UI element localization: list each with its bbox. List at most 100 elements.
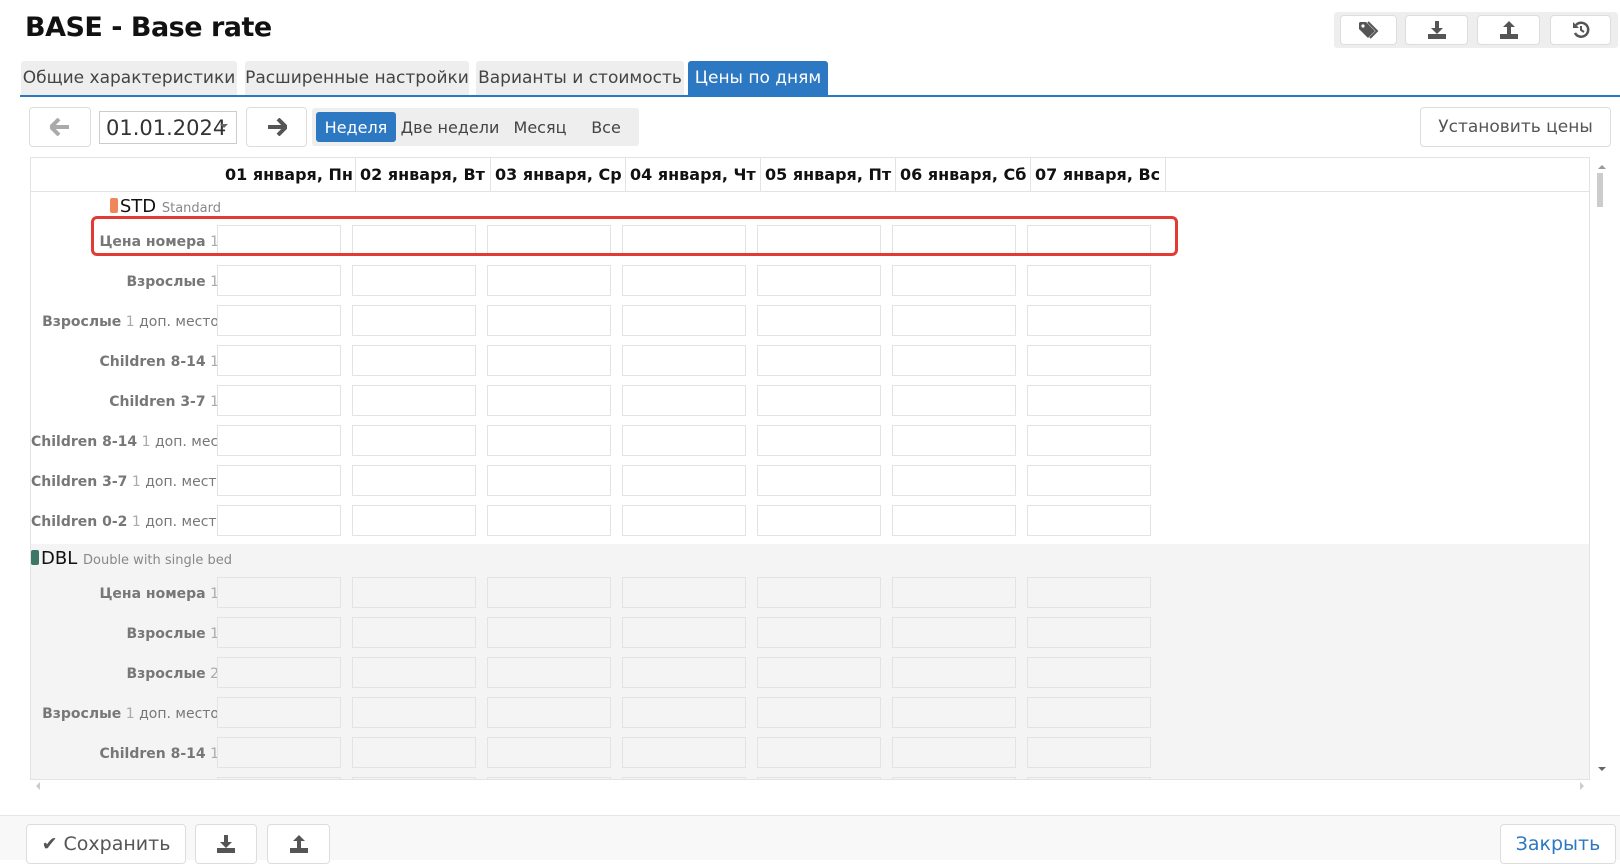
price-input[interactable] — [217, 345, 341, 376]
price-input[interactable] — [757, 305, 881, 336]
price-input[interactable] — [487, 697, 611, 728]
price-input[interactable] — [1027, 505, 1151, 536]
price-input[interactable] — [757, 265, 881, 296]
price-input[interactable] — [1027, 697, 1151, 728]
price-input[interactable] — [217, 305, 341, 336]
price-input[interactable] — [622, 265, 746, 296]
upload-button[interactable] — [1477, 15, 1540, 45]
price-input[interactable] — [487, 425, 611, 456]
price-input[interactable] — [892, 345, 1016, 376]
price-input[interactable] — [1027, 617, 1151, 648]
price-input[interactable] — [757, 425, 881, 456]
footer-download-button[interactable] — [195, 824, 257, 864]
price-input[interactable] — [352, 265, 476, 296]
tab-general[interactable]: Общие характеристики — [21, 61, 237, 95]
tab-advanced[interactable]: Расширенные настройки — [245, 61, 469, 95]
price-input[interactable] — [217, 225, 341, 256]
price-input[interactable] — [757, 657, 881, 688]
price-input[interactable] — [622, 505, 746, 536]
price-input[interactable] — [757, 697, 881, 728]
period-all[interactable]: Все — [580, 112, 632, 142]
price-input[interactable] — [487, 305, 611, 336]
price-input[interactable] — [352, 425, 476, 456]
horizontal-scrollbar[interactable] — [30, 780, 1590, 792]
price-input[interactable] — [892, 225, 1016, 256]
tags-button[interactable] — [1340, 15, 1397, 45]
price-input[interactable] — [217, 697, 341, 728]
price-input[interactable] — [1027, 385, 1151, 416]
price-input[interactable] — [622, 385, 746, 416]
price-input[interactable] — [622, 617, 746, 648]
price-input[interactable] — [622, 465, 746, 496]
price-input[interactable] — [352, 657, 476, 688]
price-input[interactable] — [1027, 305, 1151, 336]
price-input[interactable] — [892, 425, 1016, 456]
price-input[interactable] — [892, 617, 1016, 648]
vertical-scrollbar[interactable] — [1592, 157, 1610, 780]
price-input[interactable] — [892, 657, 1016, 688]
period-two-weeks[interactable]: Две недели — [400, 112, 500, 142]
price-input[interactable] — [892, 305, 1016, 336]
price-input[interactable] — [352, 577, 476, 608]
price-input[interactable] — [1027, 345, 1151, 376]
price-input[interactable] — [757, 617, 881, 648]
price-input[interactable] — [892, 265, 1016, 296]
price-input[interactable] — [1027, 465, 1151, 496]
price-input[interactable] — [622, 657, 746, 688]
price-input[interactable] — [217, 617, 341, 648]
price-input[interactable] — [1027, 265, 1151, 296]
price-input[interactable] — [487, 577, 611, 608]
price-input[interactable] — [757, 465, 881, 496]
price-input[interactable] — [487, 265, 611, 296]
price-input[interactable] — [487, 345, 611, 376]
date-input[interactable]: 01.01.2024 — [99, 111, 237, 144]
price-input[interactable] — [487, 657, 611, 688]
price-input[interactable] — [892, 505, 1016, 536]
tab-daily-prices[interactable]: Цены по дням — [688, 61, 828, 95]
price-input[interactable] — [487, 465, 611, 496]
period-week[interactable]: Неделя — [316, 112, 396, 142]
price-input[interactable] — [217, 577, 341, 608]
price-input[interactable] — [217, 465, 341, 496]
price-input[interactable] — [622, 425, 746, 456]
price-input[interactable] — [892, 385, 1016, 416]
price-input[interactable] — [757, 345, 881, 376]
price-input[interactable] — [622, 305, 746, 336]
price-input[interactable] — [217, 425, 341, 456]
save-button[interactable]: ✔ Сохранить — [26, 824, 186, 864]
caret-down-icon[interactable] — [220, 124, 228, 132]
price-input[interactable] — [757, 505, 881, 536]
price-input[interactable] — [1027, 225, 1151, 256]
price-input[interactable] — [622, 737, 746, 768]
price-input[interactable] — [757, 577, 881, 608]
price-input[interactable] — [757, 225, 881, 256]
price-input[interactable] — [1027, 577, 1151, 608]
price-input[interactable] — [622, 225, 746, 256]
history-button[interactable] — [1550, 15, 1611, 45]
price-input[interactable] — [352, 617, 476, 648]
price-input[interactable] — [352, 385, 476, 416]
price-input[interactable] — [217, 737, 341, 768]
price-input[interactable] — [487, 225, 611, 256]
price-input[interactable] — [487, 385, 611, 416]
price-input[interactable] — [892, 465, 1016, 496]
scroll-thumb[interactable] — [1597, 173, 1603, 207]
price-input[interactable] — [217, 657, 341, 688]
price-input[interactable] — [622, 345, 746, 376]
tab-variants[interactable]: Варианты и стоимость — [476, 61, 684, 95]
price-input[interactable] — [352, 225, 476, 256]
close-button[interactable]: Закрыть — [1500, 824, 1616, 864]
price-input[interactable] — [757, 737, 881, 768]
price-input[interactable] — [352, 505, 476, 536]
price-input[interactable] — [1027, 657, 1151, 688]
price-input[interactable] — [487, 617, 611, 648]
price-input[interactable] — [487, 737, 611, 768]
price-input[interactable] — [622, 577, 746, 608]
footer-upload-button[interactable] — [267, 824, 330, 864]
price-input[interactable] — [352, 465, 476, 496]
price-input[interactable] — [892, 737, 1016, 768]
prev-period-button[interactable] — [29, 107, 91, 147]
price-input[interactable] — [1027, 737, 1151, 768]
download-button[interactable] — [1405, 15, 1468, 45]
price-input[interactable] — [217, 265, 341, 296]
